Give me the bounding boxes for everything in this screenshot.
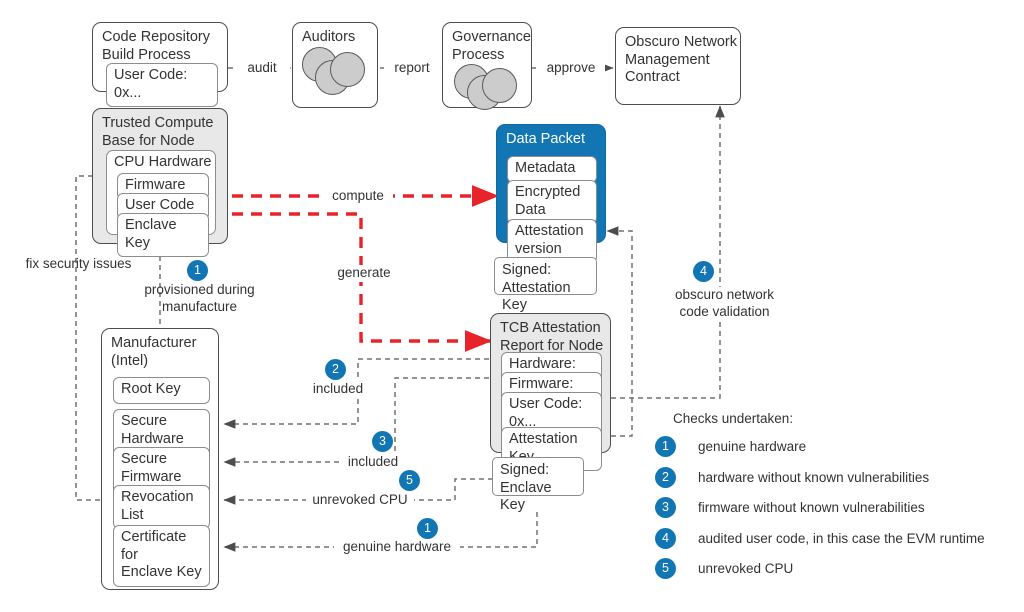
badge-unrevoked-cpu-5: 5	[399, 470, 420, 491]
chip-enclave-key[interactable]: Enclave Key	[117, 213, 209, 257]
edge-label-included-firmware: included	[341, 454, 405, 471]
node-code-repository[interactable]: Code Repository Build Process User Code:…	[92, 22, 228, 107]
legend-text-5: unrevoked CPU	[698, 561, 794, 576]
badge-obscuro-validation-4: 4	[693, 261, 714, 282]
legend-badge-1: 1	[655, 436, 676, 457]
tcb-report-signature: Signed: Enclave Key	[492, 457, 584, 513]
node-trusted-compute-base[interactable]: Trusted Compute Base for Node CPU Hardwa…	[92, 108, 228, 257]
legend-text-2: hardware without known vulnerabilities	[698, 469, 930, 485]
chip-root-key[interactable]: Root Key	[113, 377, 210, 404]
edge-label-generate: generate	[327, 265, 401, 282]
node-auditors[interactable]: Auditors	[292, 22, 378, 108]
edge-label-compute: compute	[323, 188, 393, 205]
governance-title: Governance Process	[452, 29, 531, 63]
edge-label-unrevoked-cpu: unrevoked CPU	[306, 492, 414, 509]
chip-revocation-list[interactable]: Revocation List	[113, 485, 210, 529]
manufacturer-title: Manufacturer (Intel)	[111, 335, 197, 369]
legend-item: 3 firmware without known vulnerabilities	[655, 497, 1024, 518]
node-data-packet[interactable]: Data Packet Metadata Encrypted Data Atte…	[496, 124, 606, 263]
data-packet-signature: Signed: Attestation Key	[494, 257, 597, 313]
edge-label-provisioned: provisioned during manufacture	[144, 282, 255, 314]
legend-text-3: firmware without known vulnerabilities	[698, 500, 925, 515]
chip-user-code[interactable]: User Code: 0x...	[106, 63, 218, 107]
node-tcb-attestation-report[interactable]: TCB Attestation Report for Node Hardware…	[490, 313, 611, 471]
node-obscuro-contract[interactable]: Obscuro Network Management Contract	[615, 27, 741, 105]
edge-label-genuine-hardware: genuine hardware	[334, 539, 460, 556]
edge-label-included-hardware: included	[306, 381, 370, 398]
data-packet-title: Data Packet	[506, 131, 585, 147]
legend-badge-5: 5	[655, 558, 676, 579]
edge-label-approve: approve	[537, 60, 605, 77]
auditors-title: Auditors	[302, 29, 356, 45]
legend-title: Checks undertaken:	[673, 411, 794, 426]
node-manufacturer[interactable]: Manufacturer (Intel) Root Key Secure Har…	[101, 328, 219, 590]
tcb-report-title: TCB Attestation Report for Node	[500, 320, 604, 354]
legend-item: 2 hardware without known vulnerabilities	[655, 466, 1024, 488]
legend-badge-2: 2	[655, 466, 676, 488]
edge-label-obscuro-validation: obscuro network code validation	[660, 287, 789, 320]
legend-text-1: genuine hardware	[698, 439, 807, 454]
badge-provisioned-1: 1	[187, 260, 208, 281]
legend-checks-undertaken: Checks undertaken: 1 genuine hardware 2 …	[655, 410, 1024, 589]
obscuro-contract-title: Obscuro Network Management Contract	[625, 34, 738, 85]
chip-metadata[interactable]: Metadata	[507, 156, 597, 183]
legend-badge-3: 3	[655, 497, 676, 518]
chip-encrypted-data[interactable]: Encrypted Data	[507, 180, 597, 224]
code-repository-title: Code Repository Build Process	[102, 29, 210, 63]
badge-genuine-hardware-1: 1	[417, 518, 438, 539]
edge-label-fix-security-issues: fix security issues	[25, 256, 132, 271]
cpu-hardware-title: CPU Hardware	[114, 154, 212, 170]
legend-item: 5 unrevoked CPU	[655, 558, 1024, 579]
legend-badge-4: 4	[655, 527, 676, 549]
legend-item: 4 audited user code, in this case the EV…	[655, 527, 1024, 549]
edge-label-audit: audit	[234, 60, 290, 77]
people-group-icon	[302, 47, 372, 99]
badge-included-hardware-2: 2	[325, 359, 346, 380]
tcb-title: Trusted Compute Base for Node	[102, 115, 214, 149]
legend-text-4: audited user code, in this case the EVM …	[698, 530, 985, 546]
node-cpu-hardware[interactable]: CPU Hardware Firmware User Code Enclave …	[106, 150, 216, 257]
node-governance-process[interactable]: Governance Process	[442, 22, 532, 110]
legend-item: 1 genuine hardware	[655, 436, 1024, 457]
people-group-icon	[454, 64, 524, 110]
chip-certificate-enclave-key[interactable]: Certificate for Enclave Key	[113, 525, 210, 587]
diagram-canvas: Code Repository Build Process User Code:…	[0, 0, 1024, 612]
badge-included-firmware-3: 3	[372, 431, 393, 452]
edge-label-report: report	[384, 60, 440, 77]
